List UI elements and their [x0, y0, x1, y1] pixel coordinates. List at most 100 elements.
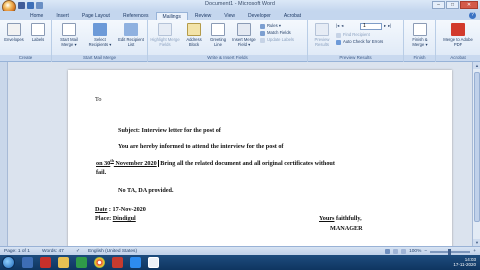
update-labels-label: Update Labels [267, 37, 295, 42]
tab-mailings[interactable]: Mailings [155, 12, 188, 20]
start-mail-merge-label: Start Mail Merge ▾ [60, 37, 78, 47]
closing-rest: faithfully, [334, 215, 362, 222]
document-page[interactable]: To Subject: Interview letter for the pos… [68, 70, 452, 250]
excel-taskbar-icon[interactable] [76, 257, 87, 268]
tab-home[interactable]: Home [24, 12, 49, 20]
status-bar: Page: 1 of 1 Words: 47 ✓ English (United… [0, 246, 480, 255]
body-line-2-text: Bring all the related document and all o… [158, 160, 335, 168]
start-mail-merge-button[interactable]: Start Mail Merge ▾ [54, 23, 84, 47]
body-line-1: You are hereby informed to attend the in… [118, 143, 284, 150]
auto-check-errors-button[interactable]: Auto Check for Errors [336, 39, 383, 45]
vertical-ruler [0, 62, 8, 246]
group-label-finish: Finish [404, 55, 435, 61]
closing-line: Yours faithfully, [319, 215, 362, 222]
start-button-icon[interactable] [2, 256, 15, 269]
finish-merge-button[interactable]: Finish & Merge ▾ [407, 23, 433, 47]
signature-title: MANAGER [330, 225, 363, 232]
zoom-out-icon[interactable]: − [424, 249, 427, 254]
select-recipients-label: Select Recipients ▾ [88, 37, 112, 47]
ribbon: Envelopes Labels Create Start Mail Merge… [0, 20, 480, 62]
greeting-line-button[interactable]: Greeting Line [206, 23, 230, 47]
folder-taskbar-icon[interactable] [58, 257, 69, 268]
zoom-slider-knob[interactable] [448, 248, 452, 255]
finish-merge-icon [413, 23, 427, 36]
tab-references[interactable]: References [117, 12, 155, 20]
page-count[interactable]: Page: 1 of 1 [4, 248, 30, 255]
minimize-button[interactable]: – [432, 1, 445, 9]
scroll-up-icon[interactable]: ▲ [473, 62, 480, 69]
edit-recipient-list-button[interactable]: Edit Recipient List [116, 23, 146, 47]
acrobat-taskbar-icon[interactable] [40, 257, 51, 268]
chrome-taskbar-icon[interactable] [94, 257, 105, 268]
tab-page-layout[interactable]: Page Layout [76, 12, 116, 20]
tab-acrobat[interactable]: Acrobat [278, 12, 307, 20]
word-count[interactable]: Words: 47 [42, 248, 64, 255]
update-labels-icon [260, 37, 265, 43]
highlight-merge-fields-label: Highlight Merge Fields [150, 37, 180, 47]
word-active-taskbar-icon[interactable] [148, 257, 159, 268]
close-button[interactable]: ✕ [460, 1, 478, 9]
greeting-line-icon [211, 23, 225, 36]
group-acrobat: Merge to Adobe PDF Acrobat [436, 20, 480, 62]
match-fields-icon [260, 30, 265, 36]
update-labels-button[interactable]: Update Labels [260, 37, 294, 43]
scroll-down-icon[interactable]: ▼ [473, 239, 480, 246]
recipients-icon [93, 23, 107, 36]
preview-results-button[interactable]: Preview Results [310, 23, 334, 47]
proofing-icon[interactable]: ✓ [76, 248, 80, 255]
full-screen-view-icon[interactable] [393, 249, 399, 254]
envelopes-button[interactable]: Envelopes [2, 23, 26, 42]
print-layout-view-icon[interactable] [385, 249, 391, 254]
record-number-input[interactable]: 1 [360, 23, 382, 30]
tab-view[interactable]: View [218, 12, 241, 20]
scroll-thumb[interactable] [474, 72, 480, 222]
first-record-icon[interactable]: |◂ [336, 23, 339, 29]
date-line: Date : 17-Nov-2020 [95, 206, 146, 213]
view-zoom-controls: 100% − + [385, 248, 476, 255]
group-label-write-insert-fields: Write & Insert Fields [148, 55, 307, 61]
address-block-button[interactable]: Address Block [182, 23, 206, 47]
rules-icon [260, 23, 265, 29]
maximize-button[interactable]: □ [446, 1, 459, 9]
group-label-create: Create [0, 55, 51, 61]
vertical-scrollbar[interactable]: ▲ ▼ [472, 62, 480, 246]
to-line: To [95, 96, 102, 103]
select-recipients-button[interactable]: Select Recipients ▾ [85, 23, 115, 47]
tab-review[interactable]: Review [189, 12, 217, 20]
word-taskbar-icon[interactable] [22, 257, 33, 268]
rules-button[interactable]: Rules ▾ [260, 23, 281, 29]
window-controls: – □ ✕ [432, 1, 478, 9]
zoom-taskbar-icon[interactable] [130, 257, 141, 268]
zoom-level[interactable]: 100% [409, 249, 421, 254]
last-record-icon[interactable]: ▸| [388, 23, 391, 29]
labels-button[interactable]: Labels [26, 23, 50, 42]
group-label-start-mail-merge: Start Mail Merge [52, 55, 147, 61]
insert-merge-field-button[interactable]: Insert Merge Field ▾ [230, 23, 258, 47]
envelopes-label: Envelopes [4, 37, 24, 42]
ribbon-tabs: Home Insert Page Layout References Maili… [0, 11, 480, 20]
next-record-icon[interactable]: ▸ [384, 23, 386, 29]
help-icon[interactable]: ? [469, 12, 476, 19]
title-bar: Document1 - Microsoft Word – □ ✕ [0, 0, 480, 14]
merge-to-pdf-button[interactable]: Merge to Adobe PDF [442, 23, 474, 47]
group-label-acrobat: Acrobat [436, 55, 480, 61]
finish-merge-label: Finish & Merge ▾ [412, 37, 428, 47]
powerpoint-taskbar-icon[interactable] [112, 257, 123, 268]
web-layout-view-icon[interactable] [401, 249, 407, 254]
find-recipient-label: Find Recipient [343, 32, 370, 37]
body-line-3: fail. [96, 169, 107, 176]
zoom-slider[interactable] [430, 248, 471, 255]
find-recipient-button[interactable]: Find Recipient [336, 32, 370, 38]
rules-label: Rules ▾ [267, 23, 281, 28]
highlight-merge-fields-button[interactable]: Highlight Merge Fields [150, 23, 180, 47]
tab-insert[interactable]: Insert [50, 12, 75, 20]
note-line: No TA, DA provided. [118, 187, 174, 194]
zoom-in-icon[interactable]: + [473, 249, 476, 254]
previous-record-icon[interactable]: ◂ [341, 23, 343, 29]
edit-recipient-list-label: Edit Recipient List [118, 37, 144, 47]
system-tray-clock[interactable]: 14:03 17-11-2020 [453, 257, 476, 267]
tab-developer[interactable]: Developer [242, 12, 277, 20]
place-value: Dindigul [112, 215, 136, 222]
match-fields-button[interactable]: Match Fields [260, 30, 291, 36]
language-indicator[interactable]: English (United States) [88, 248, 137, 255]
